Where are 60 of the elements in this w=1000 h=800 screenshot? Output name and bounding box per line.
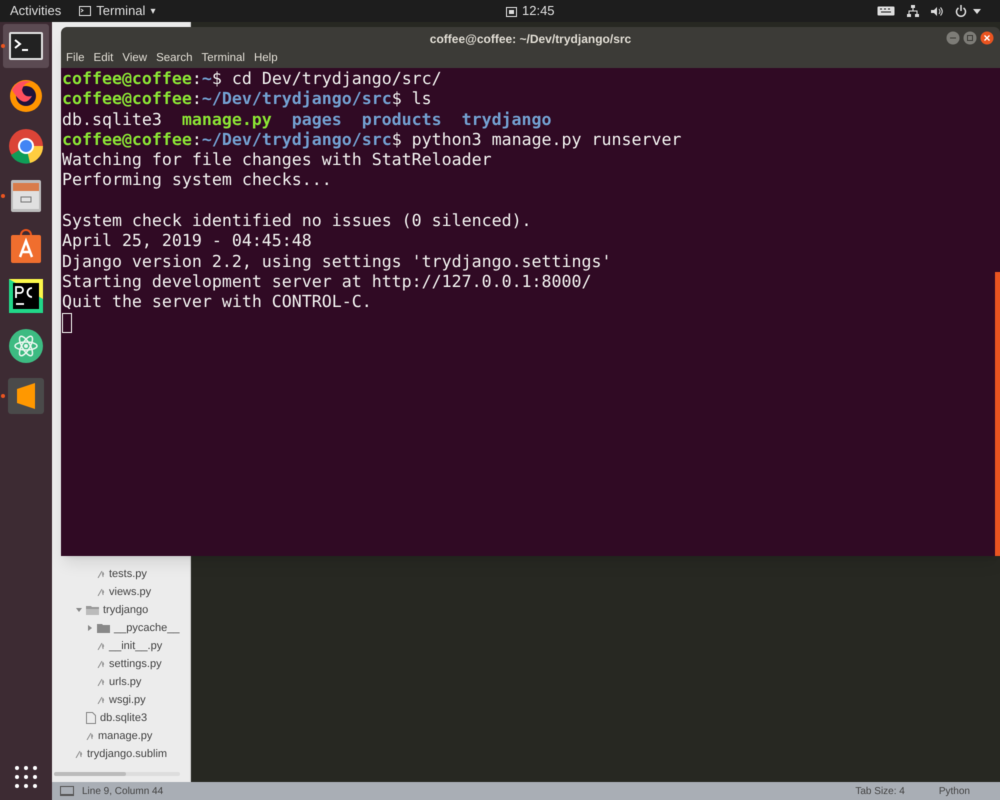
collapsed-caret-icon[interactable]	[87, 625, 93, 631]
terminal-line: System check identified no issues (0 silenced).	[62, 211, 533, 232]
file-name[interactable]: trydjango.sublim	[87, 746, 168, 762]
menu-item[interactable]: Help	[254, 50, 278, 68]
terminal-line: coffee@coffee:~/Dev/trydjango/src$ python3 manage.py runserver	[62, 130, 682, 150]
close-button[interactable]	[980, 31, 994, 45]
window-title: coffee@coffee: ~/Dev/trydjango/src	[430, 30, 632, 48]
folder-icon	[86, 605, 99, 615]
panel-icon[interactable]	[60, 786, 74, 796]
terminal-line: coffee@coffee:~$ cd Dev/trydjango/src/	[62, 69, 443, 90]
syntax-label[interactable]: Python	[938, 784, 970, 798]
volume-icon[interactable]	[931, 6, 943, 16]
minimize-button[interactable]	[946, 31, 960, 45]
menu-item[interactable]: Edit	[94, 50, 114, 68]
dock-item[interactable]	[3, 24, 49, 68]
file-name[interactable]: db.sqlite3	[100, 710, 148, 726]
folder-icon	[97, 623, 110, 633]
file-name[interactable]: __pycache__	[114, 620, 180, 636]
file-name[interactable]: trydjango	[103, 602, 148, 618]
activities-button[interactable]: Activities	[10, 1, 62, 21]
calendar-icon	[506, 6, 517, 16]
tab-size[interactable]: Tab Size: 4	[855, 784, 905, 798]
file-name[interactable]: views.py	[109, 584, 152, 600]
scrollbar[interactable]	[995, 272, 1000, 556]
terminal-line: Watching for file changes with StatReloader	[62, 150, 493, 170]
file-name[interactable]: settings.py	[109, 656, 162, 672]
terminal-line: coffee@coffee:~/Dev/trydjango/src$ ls	[62, 89, 433, 110]
menu-item[interactable]: View	[122, 50, 148, 68]
chrome-icon	[6, 126, 46, 166]
terminal-line: April 25, 2019 - 04:45:48	[62, 231, 313, 252]
app-menu[interactable]: Terminal	[96, 1, 146, 21]
document-icon	[86, 712, 96, 724]
file-name[interactable]: __init__.py	[109, 638, 162, 654]
file-name[interactable]: tests.py	[109, 566, 147, 582]
network-icon[interactable]	[907, 5, 919, 17]
file-name[interactable]: wsgi.py	[109, 692, 146, 708]
terminal-line: Performing system checks...	[62, 170, 333, 191]
terminal-line: Django version 2.2, using settings 'trydjango.settings'	[62, 252, 612, 272]
expanded-caret-icon[interactable]	[76, 607, 82, 613]
sublime-icon	[6, 376, 46, 416]
atom-icon	[6, 326, 46, 366]
clock[interactable]: 12:45	[522, 1, 555, 21]
keyboard-icon[interactable]	[877, 6, 895, 16]
terminal-line: Quit the server with CONTROL-C.	[62, 292, 373, 313]
file-name[interactable]: urls.py	[109, 674, 142, 690]
caret-icon[interactable]	[973, 8, 981, 14]
menu-item[interactable]: File	[66, 50, 85, 68]
menu-item[interactable]: Terminal	[202, 50, 245, 68]
power-icon[interactable]	[955, 5, 967, 17]
cursor-position: Line 9, Column 44	[82, 784, 164, 798]
caret-icon[interactable]: ▾	[150, 4, 156, 18]
file-name[interactable]: manage.py	[98, 728, 152, 744]
pycharm-icon	[6, 276, 46, 316]
menu-item[interactable]: Search	[156, 50, 193, 68]
text-cursor	[62, 312, 72, 333]
scrollbar[interactable]	[54, 772, 180, 776]
terminal-icon	[79, 6, 92, 16]
terminal-line: db.sqlite3 manage.py pages products trydjango	[62, 110, 553, 130]
apps-grid-icon[interactable]	[15, 766, 37, 788]
terminal-line: Starting development server at http://127.0.0.1:8000/	[62, 272, 592, 292]
